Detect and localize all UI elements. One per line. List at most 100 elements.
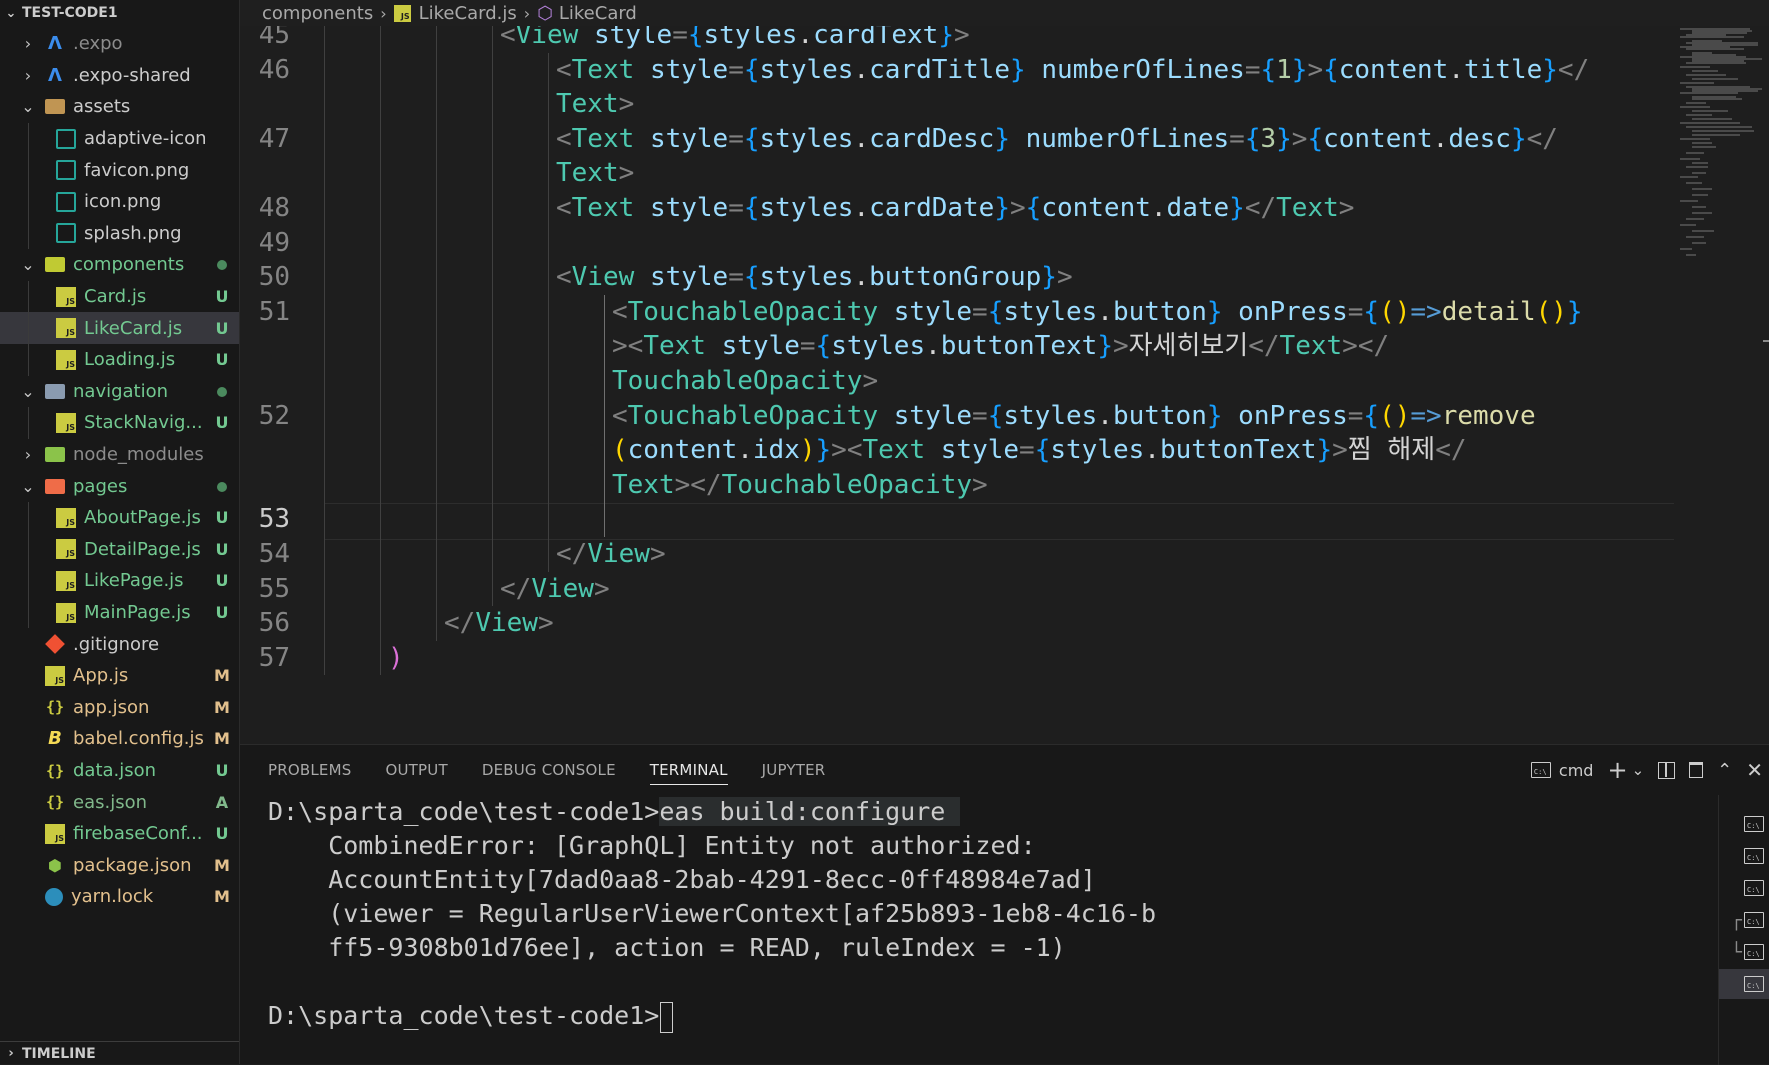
code-token: </ — [500, 573, 532, 604]
minimap-line — [1680, 200, 1698, 202]
terminal-list-item[interactable]: C:\ — [1719, 969, 1769, 999]
tree-indent-guide — [28, 280, 29, 376]
tree-file[interactable]: {} eas.json A — [0, 786, 239, 818]
git-status-badge: U — [215, 539, 229, 559]
breadcrumb-symbol[interactable]: LikeCard — [559, 3, 637, 24]
tree-file[interactable]: JS firebaseConf... U — [0, 818, 239, 850]
tree-folder[interactable]: ⌄ pages — [0, 470, 239, 502]
code-token: > — [618, 89, 635, 120]
new-terminal-button[interactable]: + — [1607, 745, 1627, 795]
code-token: = — [1347, 400, 1364, 431]
tree-folder[interactable]: › node_modules — [0, 439, 239, 471]
tree-file[interactable]: splash.png — [0, 218, 239, 250]
code-token: styles — [759, 123, 854, 154]
panel-tab-debug-console[interactable]: DEBUG CONSOLE — [482, 745, 616, 795]
tree-file[interactable]: JS Card.js U — [0, 281, 239, 313]
tree-file[interactable]: adaptive-icon.png — [0, 123, 239, 155]
terminal-list-item[interactable]: C:\ — [1719, 873, 1769, 903]
terminal-dropdown-button[interactable]: ⌄ — [1632, 745, 1645, 795]
close-panel-button[interactable]: ✕ — [1746, 745, 1763, 795]
tree-item-label: assets — [73, 96, 131, 118]
split-terminal-button[interactable] — [1658, 745, 1676, 795]
tree-file[interactable]: JS AboutPage.js U — [0, 502, 239, 534]
tree-item-label: firebaseConf... — [73, 823, 203, 845]
minimap-line — [1680, 92, 1738, 94]
tree-folder[interactable]: ⌄ assets — [0, 91, 239, 123]
tree-item-label: AboutPage.js — [84, 507, 201, 529]
code-token: cardDate — [869, 193, 995, 223]
breadcrumb-folder[interactable]: components — [262, 3, 373, 24]
terminal-list-item[interactable]: └ C:\ — [1719, 937, 1769, 967]
code-line: Text> — [556, 87, 634, 122]
tree-file[interactable]: .gitignore — [0, 628, 239, 660]
tree-file[interactable]: JS LikePage.js U — [0, 565, 239, 597]
tree-file[interactable]: JS MainPage.js U — [0, 597, 239, 629]
terminal-error-line: CombinedError: [GraphQL] Entity not auth… — [268, 831, 1036, 860]
code-token: style — [649, 54, 729, 85]
tree-item-label: node_modules — [73, 444, 204, 466]
tree-file[interactable]: JS App.js M — [0, 660, 239, 692]
code-token: styles — [703, 26, 798, 50]
code-token: 1 — [1276, 54, 1292, 85]
indent-guide — [380, 433, 381, 468]
explorer-root-header[interactable]: ⌄ TEST-CODE1 — [0, 0, 240, 26]
indent-guide — [548, 260, 549, 295]
breadcrumb-file[interactable]: LikeCard.js — [419, 3, 517, 24]
js-file-icon: JS — [393, 4, 411, 22]
tree-file[interactable]: JS LikeCard.js U — [0, 312, 239, 344]
terminal-profile-button[interactable]: C:\ cmd — [1530, 745, 1593, 795]
kill-terminal-button[interactable] — [1689, 745, 1704, 795]
code-token: => — [1410, 400, 1442, 431]
code-line: <View style={styles.cardText}> — [500, 26, 970, 53]
panel-tab-jupyter[interactable]: JUPYTER — [762, 745, 826, 795]
panel-tab-problems[interactable]: PROBLEMS — [268, 745, 351, 795]
git-status-badge: U — [215, 318, 229, 338]
tree-folder[interactable]: ⌄ navigation — [0, 376, 239, 408]
tree-folder[interactable]: ⌄ components — [0, 249, 239, 281]
code-token: styles — [1003, 400, 1098, 431]
terminal-list-item[interactable]: C:\ — [1719, 841, 1769, 871]
code-token: } — [815, 435, 832, 466]
minimap[interactable] — [1676, 26, 1762, 266]
code-token: style — [940, 435, 1020, 466]
scrollbar-marker[interactable] — [1763, 340, 1769, 342]
panel-tab-terminal[interactable]: TERMINAL — [649, 745, 728, 795]
terminal-output[interactable]: D:\sparta_code\test-code1>eas build:conf… — [268, 795, 1688, 1033]
terminal-command: eas build:configure — [659, 797, 961, 826]
code-token: } — [1510, 123, 1527, 154]
js-file-icon: JS — [56, 412, 76, 433]
minimap-line — [1692, 146, 1716, 148]
chevron-down-icon: ⌄ — [21, 381, 35, 401]
tree-folder[interactable]: › Λ .expo — [0, 28, 239, 60]
image-file-icon — [56, 128, 76, 149]
tree-file[interactable]: JS Loading.js U — [0, 344, 239, 376]
terminal-icon: C:\ — [1744, 976, 1764, 992]
tree-file[interactable]: JS DetailPage.js U — [0, 534, 239, 566]
maximize-panel-button[interactable]: ⌃ — [1717, 745, 1732, 795]
tree-indent-guide — [28, 407, 29, 439]
indent-guide — [604, 294, 605, 330]
package-json-icon: ⬢ — [48, 855, 62, 875]
code-token: } — [1566, 296, 1583, 327]
indent-guide — [324, 26, 325, 53]
tree-file[interactable]: favicon.png — [0, 154, 239, 186]
tree-file[interactable]: yarn.lock M — [0, 881, 239, 913]
panel-tab-output[interactable]: OUTPUT — [385, 745, 447, 795]
tree-folder[interactable]: › Λ .expo-shared — [0, 60, 239, 92]
code-token: () — [1379, 400, 1411, 431]
terminal-list-item[interactable]: C:\ — [1719, 809, 1769, 839]
tree-file[interactable]: {} data.json U — [0, 755, 239, 787]
tree-file[interactable]: icon.png — [0, 186, 239, 218]
tree-file[interactable]: JS StackNavig... U — [0, 407, 239, 439]
tree-file[interactable]: {} app.json M — [0, 692, 239, 724]
indent-guide — [492, 364, 493, 399]
tree-file[interactable]: Bbabel.config.js M — [0, 723, 239, 755]
indent-guide — [436, 433, 437, 468]
timeline-header[interactable]: › TIMELINE — [0, 1041, 239, 1065]
terminal-list-item[interactable]: ┌ C:\ — [1719, 905, 1769, 935]
tree-file[interactable]: ⬢ package.json M — [0, 850, 239, 882]
code-editor[interactable]: 45 <View style={styles.cardText}> 46 <Text … — [240, 26, 1769, 744]
tree-item-label: .expo-shared — [73, 64, 191, 86]
